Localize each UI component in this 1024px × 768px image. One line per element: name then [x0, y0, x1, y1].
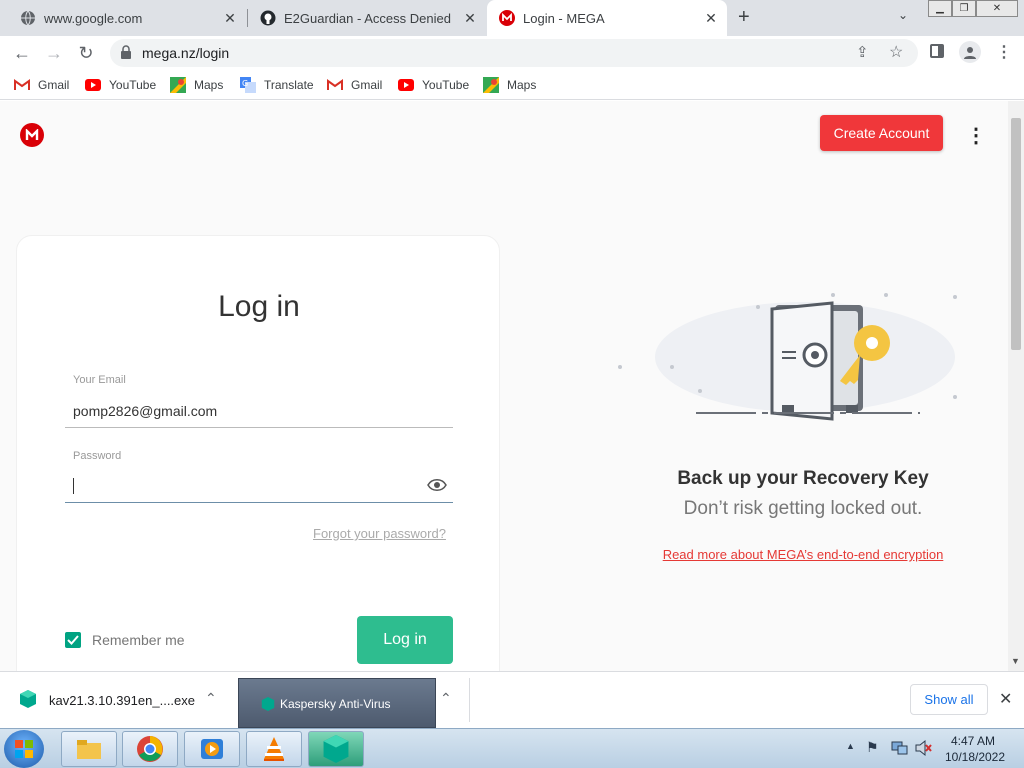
forward-icon[interactable]: → — [42, 41, 66, 65]
github-icon — [260, 10, 276, 26]
login-card: Log in Your Email Password Forgot your p… — [16, 235, 500, 671]
promo-subheading: Don’t risk getting locked out. — [683, 498, 923, 519]
remember-me-checkbox[interactable] — [65, 632, 81, 648]
login-submit-button[interactable]: Log in — [357, 616, 453, 664]
bookmark-translate[interactable]: G Translate — [240, 76, 314, 94]
restore-icon[interactable]: ❐ — [952, 0, 976, 17]
bookmark-label: YouTube — [109, 78, 157, 92]
bookmark-label: Gmail — [351, 78, 383, 92]
new-tab-icon[interactable]: + — [738, 6, 750, 29]
safe-key-illustration-icon — [610, 287, 990, 432]
tab-title: www.google.com — [44, 10, 143, 26]
create-account-button[interactable]: Create Account — [820, 115, 943, 151]
minimize-icon[interactable]: ▁ — [928, 0, 952, 17]
svg-text:G: G — [242, 79, 248, 88]
bookmark-star-icon[interactable]: ☆ — [889, 42, 903, 62]
bookmark-youtube[interactable]: YouTube — [398, 76, 469, 94]
url-text: mega.nz/login — [142, 45, 230, 61]
gmail-icon — [327, 77, 343, 93]
bookmark-label: YouTube — [422, 78, 470, 92]
clock-time[interactable]: 4:47 AM — [942, 734, 1004, 748]
kaspersky-window-preview[interactable]: Kaspersky Anti-Virus — [238, 678, 436, 728]
network-icon[interactable] — [890, 739, 908, 762]
start-button-icon[interactable] — [4, 730, 44, 768]
translate-icon: G — [240, 77, 256, 93]
tab-mega-login[interactable]: Login - MEGA ✕ — [487, 0, 727, 36]
close-tab-icon[interactable]: ✕ — [220, 10, 240, 27]
email-field[interactable] — [65, 394, 453, 428]
clock-date[interactable]: 10/18/2022 — [940, 750, 1010, 764]
promo-heading: Back up your Recovery Key — [677, 468, 929, 489]
bookmark-label: Maps — [507, 78, 537, 92]
media-player-icon[interactable] — [184, 731, 240, 767]
bookmark-maps[interactable]: Maps — [483, 76, 536, 94]
bookmarks-bar: Gmail YouTube Maps G Translate Gmail You… — [0, 70, 1024, 100]
bookmark-youtube[interactable]: YouTube — [85, 76, 156, 94]
gmail-icon — [14, 77, 30, 93]
maps-icon — [483, 77, 499, 93]
tab-search-chevron-icon[interactable]: ⌄ — [898, 8, 908, 22]
text-cursor — [73, 478, 74, 494]
download-options-chevron-icon[interactable]: ⌃ — [440, 690, 452, 707]
password-label: Password — [73, 450, 122, 462]
checkmark-icon — [67, 635, 79, 645]
bookmark-gmail[interactable]: Gmail — [327, 76, 382, 94]
remember-me-label[interactable]: Remember me — [92, 632, 185, 648]
volume-muted-icon[interactable] — [914, 739, 932, 762]
close-tab-icon[interactable]: ✕ — [460, 10, 480, 27]
kaspersky-installer-icon — [20, 690, 36, 713]
address-bar[interactable]: mega.nz/login ⇪ ☆ — [110, 39, 918, 67]
close-shelf-icon[interactable]: ✕ — [999, 689, 1012, 709]
tab-google[interactable]: www.google.com ✕ — [8, 0, 246, 36]
tab-strip: www.google.com ✕ E2Guardian - Access Den… — [0, 0, 1024, 36]
bookmark-gmail[interactable]: Gmail — [14, 76, 69, 94]
download-filename[interactable]: kav21.3.10.391en_....exe — [49, 693, 195, 708]
maps-icon — [170, 77, 186, 93]
chrome-icon[interactable] — [122, 731, 178, 767]
reload-icon[interactable]: ↻ — [74, 41, 98, 65]
email-label: Your Email — [73, 374, 126, 386]
bookmark-maps[interactable]: Maps — [170, 76, 223, 94]
tab-title: E2Guardian - Access Denied — [284, 10, 451, 26]
close-window-icon[interactable]: ✕ — [976, 0, 1018, 17]
vlc-icon[interactable] — [246, 731, 302, 767]
login-title: Log in — [218, 290, 300, 323]
download-options-chevron-icon[interactable]: ⌃ — [205, 690, 217, 707]
bookmark-label: Gmail — [38, 78, 70, 92]
show-hidden-icons-chevron-icon[interactable]: ▲ — [846, 741, 855, 751]
password-field[interactable] — [65, 469, 453, 503]
file-explorer-icon[interactable] — [61, 731, 117, 767]
scrollbar-thumb[interactable] — [1011, 118, 1021, 350]
kaspersky-icon — [261, 697, 275, 716]
globe-icon — [20, 10, 36, 26]
encryption-info-link[interactable]: Read more about MEGA’s end-to-end encryp… — [603, 547, 1003, 562]
profile-avatar-icon[interactable] — [959, 41, 981, 63]
mega-icon — [499, 10, 515, 26]
bookmark-label: Maps — [194, 78, 224, 92]
kaspersky-window-title: Kaspersky Anti-Virus — [280, 697, 391, 711]
side-panel-icon[interactable] — [930, 44, 944, 58]
action-center-flag-icon[interactable]: ⚑ — [866, 739, 879, 756]
tab-title: Login - MEGA — [523, 10, 605, 26]
page-menu-icon[interactable]: ⋮ — [966, 123, 986, 148]
share-icon[interactable]: ⇪ — [856, 43, 869, 61]
close-tab-icon[interactable]: ✕ — [701, 10, 721, 27]
page-content: Create Account ⋮ Log in Your Email Passw… — [0, 101, 1008, 671]
show-all-downloads-button[interactable]: Show all — [910, 684, 988, 715]
scroll-down-arrow-icon[interactable]: ▼ — [1011, 656, 1020, 666]
lock-icon — [120, 45, 132, 64]
show-password-eye-icon[interactable] — [427, 478, 447, 497]
youtube-icon — [85, 77, 101, 93]
kaspersky-taskbar-icon[interactable] — [308, 731, 364, 767]
downloads-shelf: kav21.3.10.391en_....exe ⌃ Kaspersky Ant… — [0, 671, 1024, 728]
mega-logo-icon[interactable] — [20, 123, 44, 147]
tab-e2guardian[interactable]: E2Guardian - Access Denied ✕ — [248, 0, 486, 36]
browser-menu-icon[interactable]: ⋮ — [996, 42, 1012, 62]
windows-taskbar: ▲ ⚑ 4:47 AM 10/18/2022 — [0, 728, 1024, 768]
forgot-password-link[interactable]: Forgot your password? — [313, 526, 446, 541]
youtube-icon — [398, 77, 414, 93]
back-icon[interactable]: ← — [10, 41, 34, 65]
bookmark-label: Translate — [264, 78, 314, 92]
